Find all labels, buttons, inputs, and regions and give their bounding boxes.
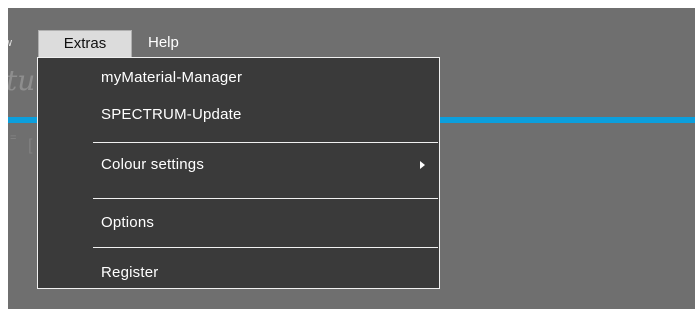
app-window: w Extras Help tu = [ myMaterial-Manager … xyxy=(8,8,695,309)
menu-separator xyxy=(93,247,438,248)
menu-separator xyxy=(93,142,438,143)
submenu-arrow-icon xyxy=(420,161,425,169)
extras-dropdown-menu: myMaterial-Manager SPECTRUM-Update Colou… xyxy=(37,57,440,289)
faint-icon: [ xyxy=(28,137,33,154)
menu-item-mymaterial-manager[interactable]: myMaterial-Manager xyxy=(101,66,242,90)
faint-icon: = xyxy=(10,132,17,144)
menu-item-options[interactable]: Options xyxy=(101,211,154,235)
app-title-partial: tu xyxy=(8,64,36,97)
menu-item-register[interactable]: Register xyxy=(101,261,158,285)
menu-view[interactable]: w xyxy=(8,30,20,58)
menu-help[interactable]: Help xyxy=(148,30,198,58)
menu-extras[interactable]: Extras xyxy=(38,30,132,58)
menu-separator xyxy=(93,198,438,199)
menu-item-spectrum-update[interactable]: SPECTRUM-Update xyxy=(101,103,242,127)
menu-bar: w Extras Help xyxy=(8,30,695,58)
menu-item-colour-settings[interactable]: Colour settings xyxy=(101,153,204,177)
